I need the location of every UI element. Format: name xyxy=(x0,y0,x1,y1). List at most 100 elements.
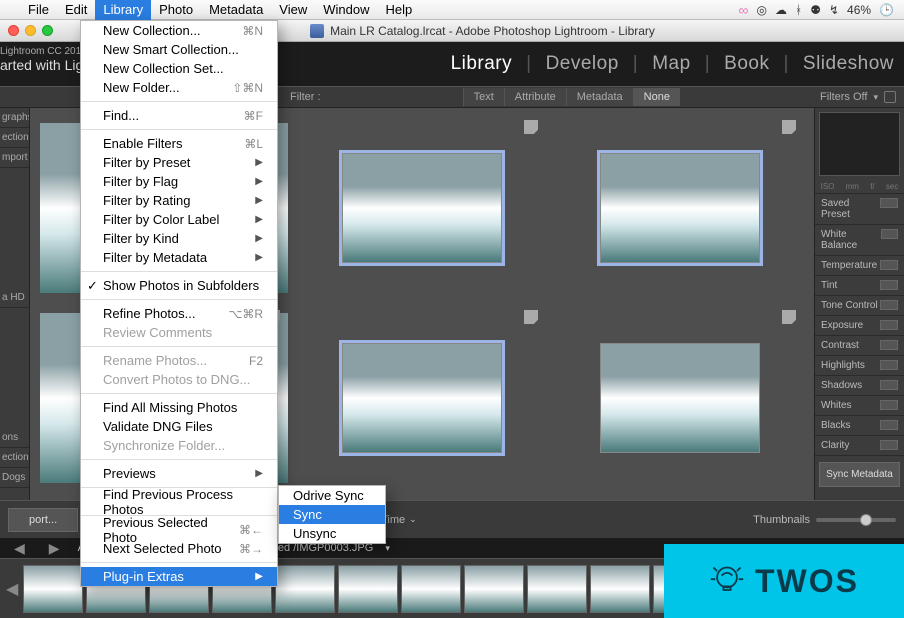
sidebar-item[interactable]: Dogs xyxy=(0,468,29,488)
flag-icon[interactable] xyxy=(524,120,538,134)
value-box[interactable] xyxy=(880,280,898,290)
menu-item: Synchronize Folder... xyxy=(81,436,277,455)
menu-item[interactable]: Filter by Rating▶ xyxy=(81,191,277,210)
menu-item[interactable]: Previous Selected Photo⌘← xyxy=(81,520,277,539)
sidebar-item[interactable]: ection xyxy=(0,128,29,148)
filter-tab-attribute[interactable]: Attribute xyxy=(504,88,566,106)
chevron-down-icon[interactable]: ⌄ xyxy=(409,514,417,525)
menu-item[interactable]: Find All Missing Photos xyxy=(81,398,277,417)
filmstrip-thumb[interactable] xyxy=(464,565,524,613)
menu-item[interactable]: Filter by Kind▶ xyxy=(81,229,277,248)
menu-view[interactable]: View xyxy=(271,0,315,20)
menu-file[interactable]: File xyxy=(20,0,57,20)
menu-item[interactable]: Find...⌘F xyxy=(81,106,277,125)
zoom-button[interactable] xyxy=(42,25,53,36)
menu-item[interactable]: Validate DNG Files xyxy=(81,417,277,436)
submenu-item[interactable]: Unsync xyxy=(279,524,385,543)
close-button[interactable] xyxy=(8,25,19,36)
thumbnail-size-slider[interactable] xyxy=(816,518,896,522)
menu-item[interactable]: Show Photos in Subfolders xyxy=(81,276,277,295)
menu-item[interactable]: New Folder...⇧⌘N xyxy=(81,78,277,97)
module-library[interactable]: Library xyxy=(451,53,513,75)
sidebar-item[interactable]: ons xyxy=(0,428,29,448)
value-box[interactable] xyxy=(880,400,898,410)
sidebar-item[interactable]: ections xyxy=(0,448,29,468)
menu-edit[interactable]: Edit xyxy=(57,0,95,20)
chevron-right-icon[interactable]: ▶ xyxy=(43,540,66,557)
filmstrip-thumb[interactable] xyxy=(590,565,650,613)
histogram[interactable] xyxy=(819,112,900,176)
menu-window[interactable]: Window xyxy=(315,0,377,20)
value-box[interactable] xyxy=(880,440,898,450)
chevron-down-icon[interactable]: ▾ xyxy=(385,543,390,554)
module-slideshow[interactable]: Slideshow xyxy=(803,53,894,75)
value-box[interactable] xyxy=(880,380,898,390)
whites-label: Whites xyxy=(821,400,852,411)
filter-tab-text[interactable]: Text xyxy=(463,88,504,106)
import-button[interactable]: port... xyxy=(8,508,78,532)
menu-item[interactable]: New Smart Collection... xyxy=(81,40,277,59)
dropdown-icon[interactable] xyxy=(880,198,898,208)
sidebar-item[interactable]: graphs xyxy=(0,108,29,128)
filters-off-label[interactable]: Filters Off xyxy=(820,91,867,103)
filmstrip-thumb[interactable] xyxy=(338,565,398,613)
lock-icon[interactable] xyxy=(884,91,896,103)
menu-item[interactable]: Filter by Flag▶ xyxy=(81,172,277,191)
sidebar-item[interactable]: a HD xyxy=(0,288,29,308)
menu-metadata[interactable]: Metadata xyxy=(201,0,271,20)
module-develop[interactable]: Develop xyxy=(546,53,619,75)
value-box[interactable] xyxy=(880,260,898,270)
chevron-left-icon[interactable]: ◀ xyxy=(8,540,31,557)
chevron-down-icon[interactable]: ▾ xyxy=(873,92,878,103)
menu-library[interactable]: Library xyxy=(95,0,151,20)
wifi-icon[interactable]: ⚉ xyxy=(810,3,821,17)
filmstrip-thumb[interactable] xyxy=(275,565,335,613)
filter-tab-none[interactable]: None xyxy=(633,88,680,106)
menu-item[interactable]: Refine Photos...⌥⌘R xyxy=(81,304,277,323)
cc-icon[interactable]: ◎ xyxy=(757,3,767,17)
sidebar-item[interactable]: mport xyxy=(0,148,29,168)
battery-icon[interactable]: ↯ xyxy=(829,3,839,17)
menu-help[interactable]: Help xyxy=(378,0,421,20)
thumbnail[interactable] xyxy=(600,343,760,453)
submenu-item[interactable]: Odrive Sync xyxy=(279,486,385,505)
infinity-icon: ∞ xyxy=(739,2,749,18)
menu-item[interactable]: Enable Filters⌘L xyxy=(81,134,277,153)
flag-icon[interactable] xyxy=(782,310,796,324)
menu-item[interactable]: Find Previous Process Photos xyxy=(81,492,277,511)
menu-item[interactable]: New Collection Set... xyxy=(81,59,277,78)
value-box[interactable] xyxy=(880,340,898,350)
submenu-item[interactable]: Sync xyxy=(279,505,385,524)
module-book[interactable]: Book xyxy=(724,53,769,75)
cloud-icon[interactable]: ☁ xyxy=(775,3,787,17)
chevron-left-icon[interactable]: ◀ xyxy=(4,579,20,599)
thumbnail[interactable] xyxy=(600,153,760,263)
menu-item[interactable]: Previews▶ xyxy=(81,464,277,483)
menu-item[interactable]: Plug-in Extras▶ xyxy=(81,567,277,586)
value-box[interactable] xyxy=(880,420,898,430)
dropdown-icon[interactable] xyxy=(880,300,898,310)
flag-icon[interactable] xyxy=(524,310,538,324)
menu-item[interactable]: New Collection...⌘N xyxy=(81,21,277,40)
filmstrip-thumb[interactable] xyxy=(527,565,587,613)
clock-icon[interactable]: 🕒 xyxy=(879,3,894,17)
bluetooth-icon[interactable]: ᚼ xyxy=(795,3,802,17)
filter-tab-metadata[interactable]: Metadata xyxy=(566,88,633,106)
menu-item[interactable]: Next Selected Photo⌘→ xyxy=(81,539,277,558)
thumbnail[interactable] xyxy=(342,343,502,453)
filmstrip-thumb[interactable] xyxy=(23,565,83,613)
menu-item[interactable]: Filter by Metadata▶ xyxy=(81,248,277,267)
dropdown-icon[interactable] xyxy=(881,229,898,239)
menu-photo[interactable]: Photo xyxy=(151,0,201,20)
thumbnail[interactable] xyxy=(342,153,502,263)
menu-item[interactable]: Filter by Preset▶ xyxy=(81,153,277,172)
module-map[interactable]: Map xyxy=(652,53,690,75)
filmstrip-thumb[interactable] xyxy=(401,565,461,613)
flag-icon[interactable] xyxy=(782,120,796,134)
right-panel: ISO mm f/ sec Saved Preset White Balance… xyxy=(814,108,904,500)
value-box[interactable] xyxy=(880,360,898,370)
minimize-button[interactable] xyxy=(25,25,36,36)
value-box[interactable] xyxy=(880,320,898,330)
sync-metadata-button[interactable]: Sync Metadata xyxy=(819,462,900,487)
menu-item[interactable]: Filter by Color Label▶ xyxy=(81,210,277,229)
